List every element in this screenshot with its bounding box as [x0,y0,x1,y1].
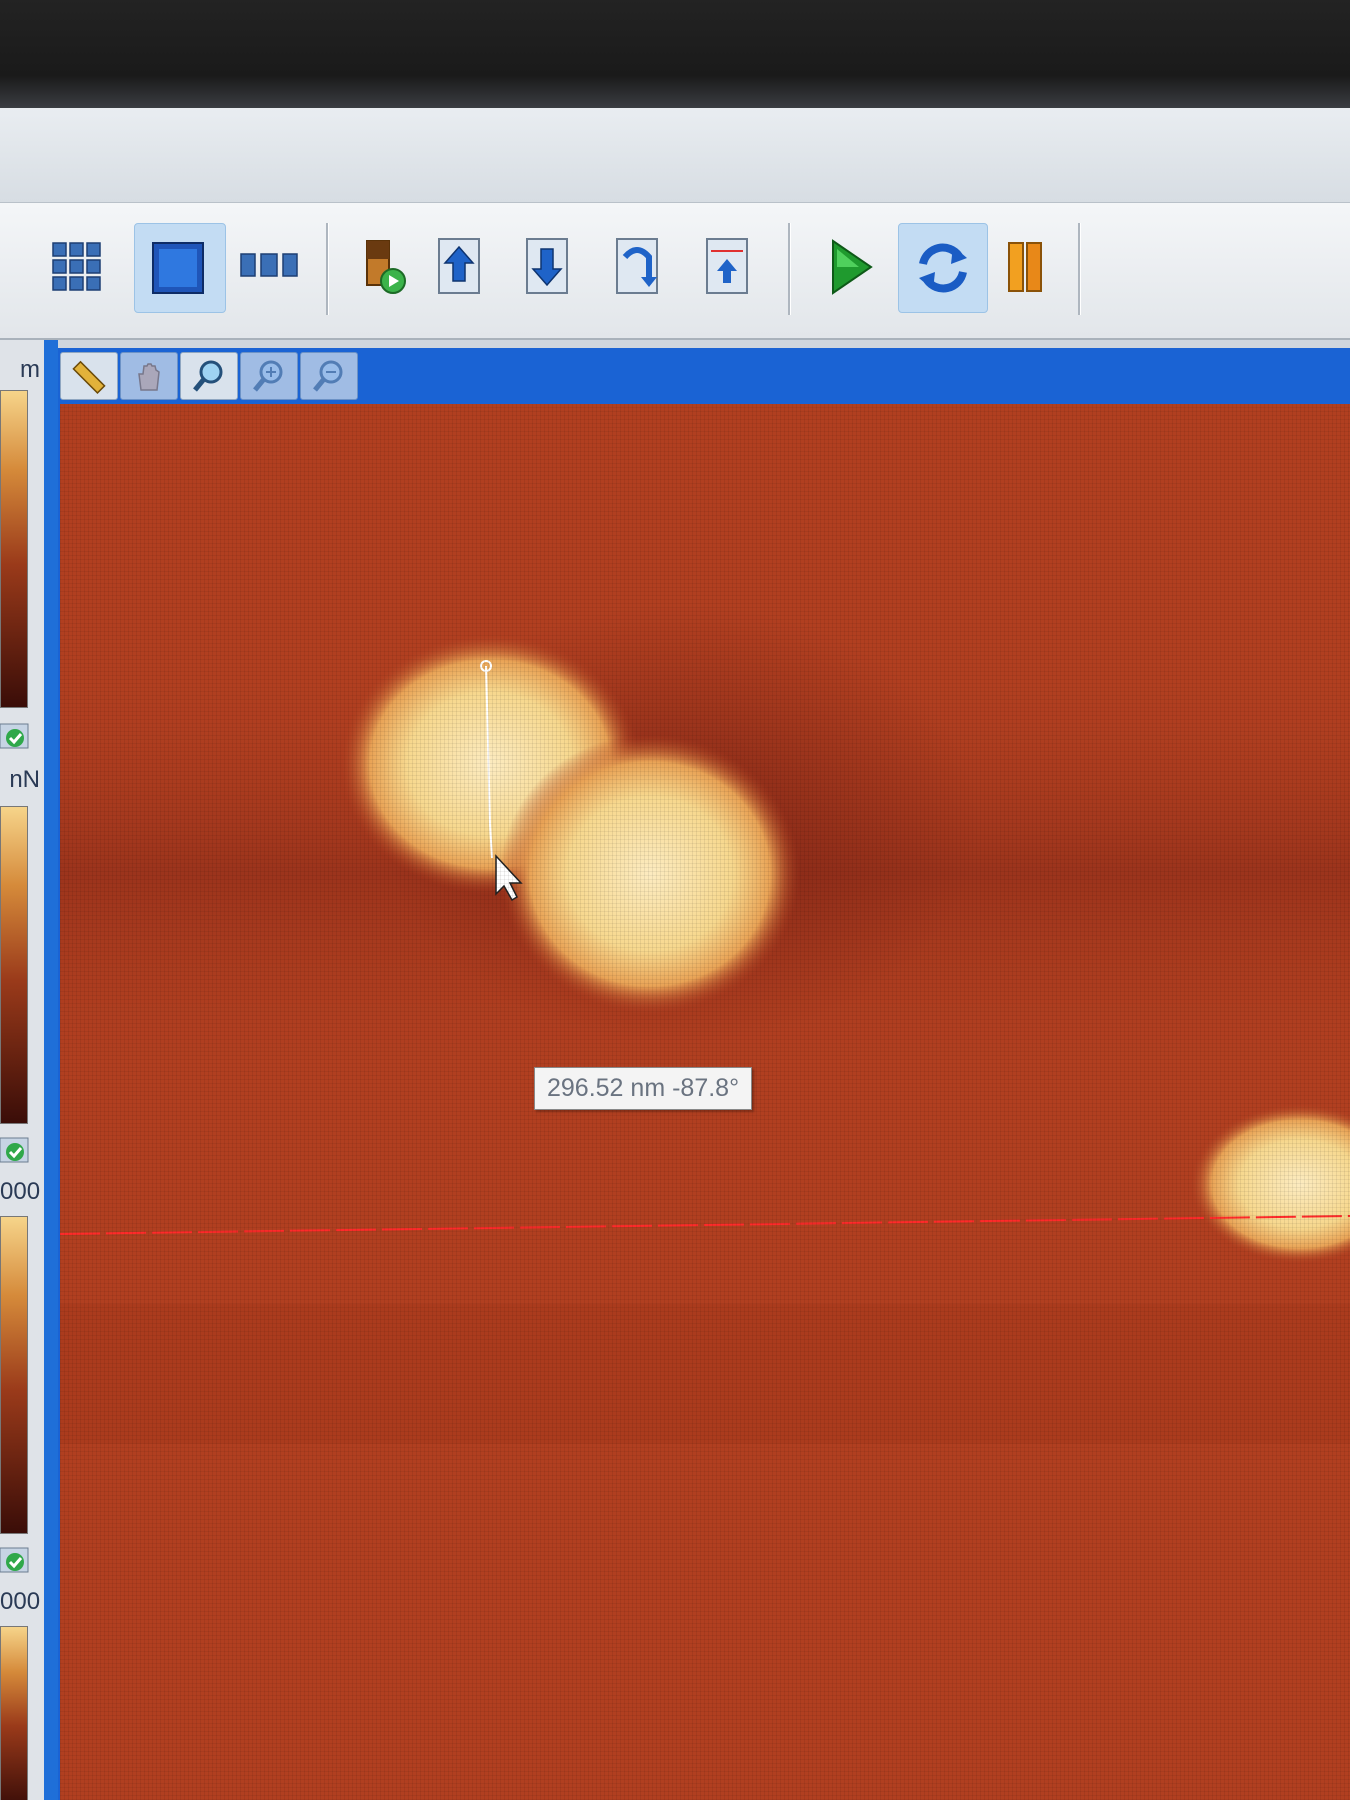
grid-view-icon [52,242,101,291]
channel-panel: m nN 000 000 [0,340,44,1800]
zoom-out-tool-button[interactable] [300,352,358,400]
ruler-tool-button[interactable] [60,352,118,400]
monitor-bezel [0,0,1350,108]
scan-down-icon [526,238,568,294]
scan-up-icon [438,238,480,294]
single-view-icon [152,242,204,294]
channel-color-scale [0,806,28,1124]
check-icon[interactable] [0,1136,30,1164]
withdraw-button[interactable] [690,231,764,303]
grid-view-button[interactable] [40,231,114,303]
zoom-out-icon [313,360,343,392]
play-icon [832,239,873,295]
magnifier-icon [193,360,223,392]
check-icon[interactable] [0,722,30,750]
image-window: 296.52 nm -87.8° [58,348,1350,1800]
channel-color-scale [0,1626,28,1800]
screen: m nN 000 000 296.52 nm -87.8° [0,108,1350,1800]
scan-down-button[interactable] [510,231,584,303]
toolbar-separator [1078,223,1080,315]
afm-image-canvas[interactable]: 296.52 nm -87.8° [60,404,1350,1800]
image-toolbar [58,348,1350,404]
pause-button[interactable] [988,231,1062,303]
channel-unit-label: nN [9,766,40,793]
pan-tool-button[interactable] [120,352,178,400]
toolbar-separator [788,223,790,315]
strip-view-icon [240,253,298,277]
load-image-icon [366,240,406,294]
rotate-scan-button[interactable] [600,231,674,303]
rotate-scan-icon [616,238,658,294]
hand-pan-icon [138,363,160,391]
ruler-icon [72,360,106,395]
title-bar [0,108,1350,203]
refresh-icon [919,243,967,293]
magnifier-tool-button[interactable] [180,352,238,400]
toolbar-separator [326,223,328,315]
play-button[interactable] [812,231,886,303]
channel-unit-label: 000 [0,1588,40,1615]
channel-unit-label: m [20,356,40,383]
single-view-button[interactable] [134,223,226,313]
refresh-button[interactable] [898,223,988,313]
channel-color-scale [0,390,28,708]
measurement-tooltip: 296.52 nm -87.8° [534,1067,753,1110]
check-icon[interactable] [0,1546,30,1574]
strip-view-button[interactable] [232,231,306,303]
channel-color-scale [0,1216,28,1534]
withdraw-icon [706,238,748,294]
pause-icon [1008,242,1042,292]
channel-unit-label: 000 [0,1178,40,1205]
panel-splitter[interactable] [44,340,58,1800]
toolbar [0,203,1350,340]
zoom-in-icon [253,360,283,392]
zoom-in-tool-button[interactable] [240,352,298,400]
load-image-button[interactable] [346,231,420,303]
scan-up-button[interactable] [422,231,496,303]
